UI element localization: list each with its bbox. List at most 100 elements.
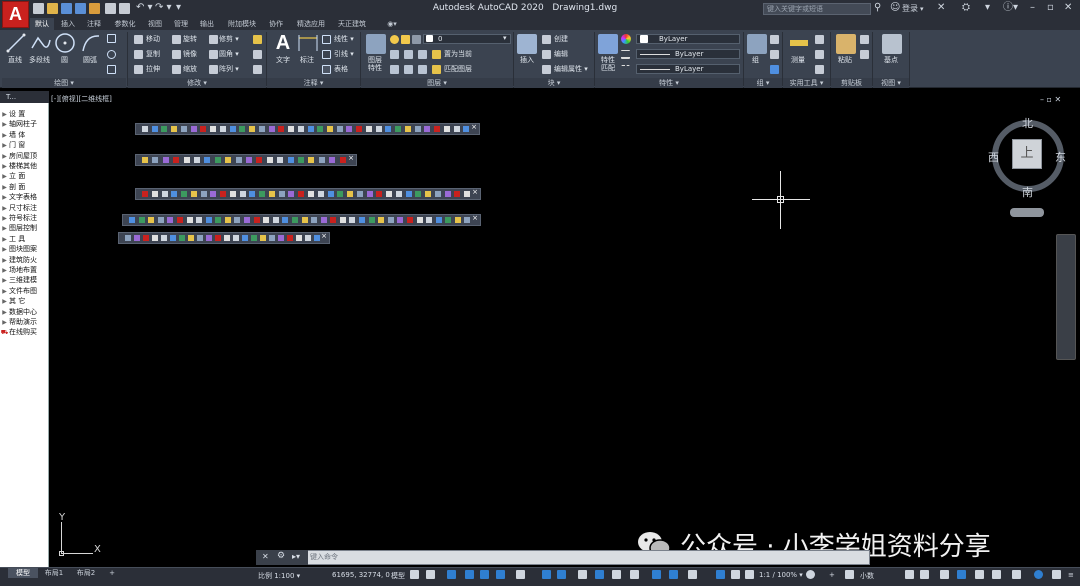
toolbar-button-icon[interactable] xyxy=(190,191,197,197)
toolbar-button-icon[interactable] xyxy=(215,235,221,241)
toolbar-button-icon[interactable] xyxy=(143,235,149,241)
help-icon[interactable]: ⓘ▾ xyxy=(1003,2,1018,14)
toolbar-button-icon[interactable] xyxy=(376,191,383,197)
tab-addins[interactable]: 附加模块 xyxy=(223,18,261,30)
palette-item[interactable]: ▶ 工 具 xyxy=(0,234,49,244)
fillet-icon[interactable] xyxy=(209,50,218,59)
toolbar-button-icon[interactable] xyxy=(405,191,412,197)
offset-icon[interactable] xyxy=(253,65,262,74)
tab-manage[interactable]: 管理 xyxy=(170,18,192,30)
toolbar-button-icon[interactable] xyxy=(346,126,353,132)
close-icon[interactable]: ✕ xyxy=(1064,2,1072,14)
toolbar-button-icon[interactable] xyxy=(151,126,158,132)
polyline-button[interactable]: 多段线 xyxy=(29,56,50,65)
layer-unisolate-icon[interactable] xyxy=(404,65,413,74)
table-button[interactable]: 表格 xyxy=(334,65,348,74)
toolbar-button-icon[interactable] xyxy=(151,191,158,197)
measure-icon[interactable] xyxy=(790,40,808,46)
isolate-icon[interactable] xyxy=(992,570,1001,579)
toolbar-button-icon[interactable] xyxy=(287,235,293,241)
toolbar-button-icon[interactable] xyxy=(161,126,168,132)
palette-item[interactable]: ▶ 墙 体 xyxy=(0,130,49,140)
toolbar-button-icon[interactable] xyxy=(395,126,402,132)
toolbar-button-icon[interactable] xyxy=(329,157,336,163)
plus-icon[interactable]: + xyxy=(829,571,835,579)
group-icon[interactable] xyxy=(747,34,767,54)
user-icon[interactable]: ☺ xyxy=(890,2,900,14)
erase-icon[interactable] xyxy=(253,35,262,44)
toolbar-button-icon[interactable] xyxy=(161,235,167,241)
toolbar-button-icon[interactable] xyxy=(336,126,343,132)
viewcube-top-face[interactable]: 上 xyxy=(1012,139,1042,169)
toolbar-button-icon[interactable] xyxy=(186,217,193,223)
hardware-acceleration-icon[interactable] xyxy=(975,570,984,579)
palette-item[interactable]: ▶ 文件布图 xyxy=(0,286,49,296)
toolbar-button-icon[interactable] xyxy=(288,126,295,132)
maximize-icon[interactable]: ▫ xyxy=(1047,2,1054,14)
floating-toolbar-2[interactable]: × xyxy=(135,154,357,166)
toolbar-button-icon[interactable] xyxy=(171,126,178,132)
object-snap-tracking-icon[interactable] xyxy=(542,570,551,579)
close-toolbar-icon[interactable]: × xyxy=(348,154,354,162)
palette-item[interactable]: ▶ 文字表格 xyxy=(0,192,49,202)
toolbar-button-icon[interactable] xyxy=(242,235,248,241)
palette-item[interactable]: ▶ 场地布置 xyxy=(0,265,49,275)
print-icon[interactable] xyxy=(119,3,130,14)
tab-tangent[interactable]: 天正建筑 xyxy=(334,18,370,30)
base-view-icon[interactable] xyxy=(882,34,902,54)
undo-icon[interactable]: ↶ ▾ xyxy=(136,2,153,14)
edit-block-button[interactable]: 编辑 xyxy=(554,50,568,59)
set-current-icon[interactable] xyxy=(432,50,441,59)
isometric-icon[interactable] xyxy=(516,570,525,579)
lock-ui-icon[interactable] xyxy=(920,570,929,579)
leader-icon[interactable] xyxy=(322,50,331,59)
lineweight-icon[interactable] xyxy=(621,50,630,59)
trim-icon[interactable] xyxy=(209,35,218,44)
toolbar-button-icon[interactable] xyxy=(142,191,148,197)
tab-output[interactable]: 输出 xyxy=(196,18,218,30)
chevron-down-icon[interactable]: ▾ xyxy=(503,34,507,42)
toolbar-button-icon[interactable] xyxy=(157,217,164,223)
toolbar-button-icon[interactable] xyxy=(190,126,197,132)
scale-icon[interactable] xyxy=(172,65,181,74)
dimension-button[interactable]: 标注 xyxy=(300,56,314,65)
toolbar-button-icon[interactable] xyxy=(225,157,232,163)
toolbar-button-icon[interactable] xyxy=(246,157,252,163)
toolbar-button-icon[interactable] xyxy=(125,235,131,241)
close-toolbar-icon[interactable]: × xyxy=(472,214,478,222)
base-view-button[interactable]: 基点 xyxy=(884,56,898,65)
line-icon[interactable] xyxy=(5,32,27,54)
save-icon[interactable] xyxy=(61,3,72,14)
polyline-icon[interactable] xyxy=(30,34,52,52)
help-dropdown-icon[interactable]: ▾ xyxy=(985,2,990,14)
palette-item[interactable]: ▶ 立 面 xyxy=(0,171,49,181)
toolbar-button-icon[interactable] xyxy=(171,191,178,197)
toolbar-button-icon[interactable] xyxy=(339,217,346,223)
toolbar-button-icon[interactable] xyxy=(416,217,423,223)
tab-more-icon[interactable]: ◉▾ xyxy=(382,18,402,30)
toolbar-button-icon[interactable] xyxy=(229,126,236,132)
toolbar-button-icon[interactable] xyxy=(347,191,354,197)
palette-item[interactable]: ▶ 符号标注 xyxy=(0,213,49,223)
toolbar-button-icon[interactable] xyxy=(434,126,441,132)
toolbar-button-icon[interactable] xyxy=(233,235,239,241)
toolbar-button-icon[interactable] xyxy=(278,126,285,132)
insert-button[interactable]: 插入 xyxy=(520,56,534,65)
ortho-icon[interactable] xyxy=(480,570,489,579)
compass-west[interactable]: 西 xyxy=(988,149,999,165)
object-snap-icon[interactable] xyxy=(557,570,566,579)
wrench-icon[interactable]: ⚙ xyxy=(277,551,285,561)
toolbar-button-icon[interactable] xyxy=(425,191,432,197)
toolbar-button-icon[interactable] xyxy=(152,235,158,241)
toolbar-button-icon[interactable] xyxy=(170,235,176,241)
create-block-icon[interactable] xyxy=(542,35,551,44)
toolbar-button-icon[interactable] xyxy=(366,191,373,197)
toolbar-button-icon[interactable] xyxy=(308,191,314,197)
toolbar-button-icon[interactable] xyxy=(298,191,305,197)
paste-button[interactable]: 粘贴 xyxy=(838,56,852,65)
model-space-toggle[interactable]: 模型 xyxy=(391,571,405,581)
viewport-scale[interactable]: 比例 1:100 ▾ xyxy=(258,571,300,581)
toolbar-button-icon[interactable] xyxy=(179,235,185,241)
scale-button[interactable]: 缩放 xyxy=(183,65,197,74)
close-toolbar-icon[interactable]: × xyxy=(472,188,478,196)
